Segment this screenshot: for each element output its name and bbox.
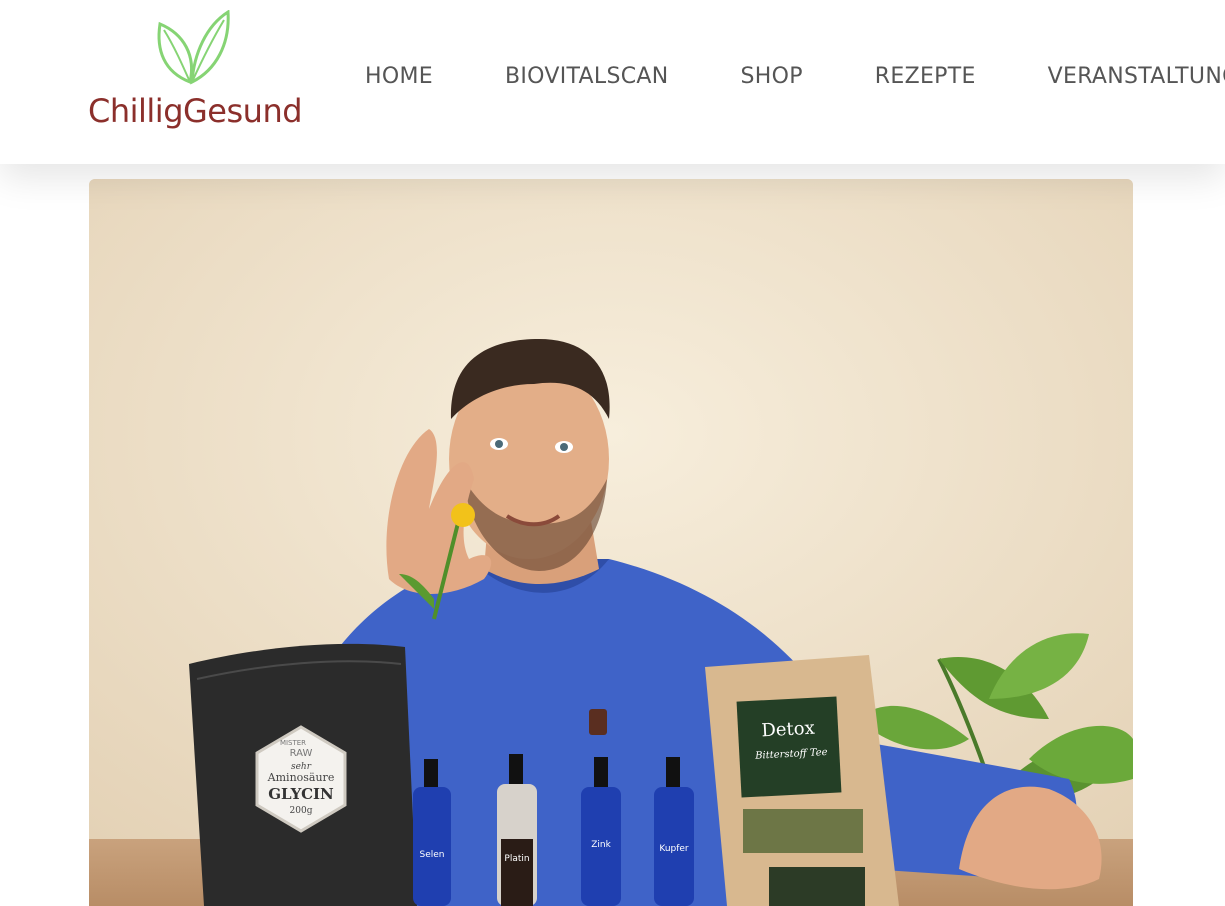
bottle-platin-label: Platin xyxy=(504,854,529,864)
glycin-product: GLYCIN xyxy=(268,785,334,803)
glycin-brand-big: RAW xyxy=(290,748,313,759)
glycin-line2: Aminosäure xyxy=(267,771,335,784)
site-header: ChilligGesund HOME BIOVITALSCAN SHOP REZ… xyxy=(0,0,1225,164)
logo-text: ChilligGesund xyxy=(88,92,303,130)
hero-image: MISTER RAW sehr Aminosäure GLYCIN 200g S… xyxy=(89,179,1133,906)
logo-link[interactable]: ChilligGesund xyxy=(86,8,306,148)
glycin-weight: 200g xyxy=(290,806,313,816)
detox-title: Detox xyxy=(761,718,815,742)
glycin-package: MISTER RAW sehr Aminosäure GLYCIN 200g xyxy=(189,643,417,906)
detox-window xyxy=(743,809,863,853)
nav-item-biovitalscan[interactable]: BIOVITALSCAN xyxy=(505,62,669,92)
nav-item-home[interactable]: HOME xyxy=(365,62,433,92)
main-nav: HOME BIOVITALSCAN SHOP REZEPTE VERANSTAL… xyxy=(365,62,1225,92)
detox-lower-label xyxy=(769,867,865,906)
bottle-zink-label: Zink xyxy=(591,840,611,850)
detox-package: Detox Bitterstoff Tee xyxy=(705,655,899,906)
glycin-brand-small: MISTER xyxy=(280,739,306,747)
hero-photo: MISTER RAW sehr Aminosäure GLYCIN 200g S… xyxy=(89,179,1133,906)
bottle-kupfer-label: Kupfer xyxy=(659,844,689,854)
nav-item-shop[interactable]: SHOP xyxy=(740,62,802,92)
bottle-selen-label: Selen xyxy=(420,850,445,860)
nav-item-rezepte[interactable]: REZEPTE xyxy=(875,62,976,92)
leaves-icon xyxy=(157,10,230,85)
nav-item-veranstaltungen[interactable]: VERANSTALTUNGEN xyxy=(1048,62,1225,92)
